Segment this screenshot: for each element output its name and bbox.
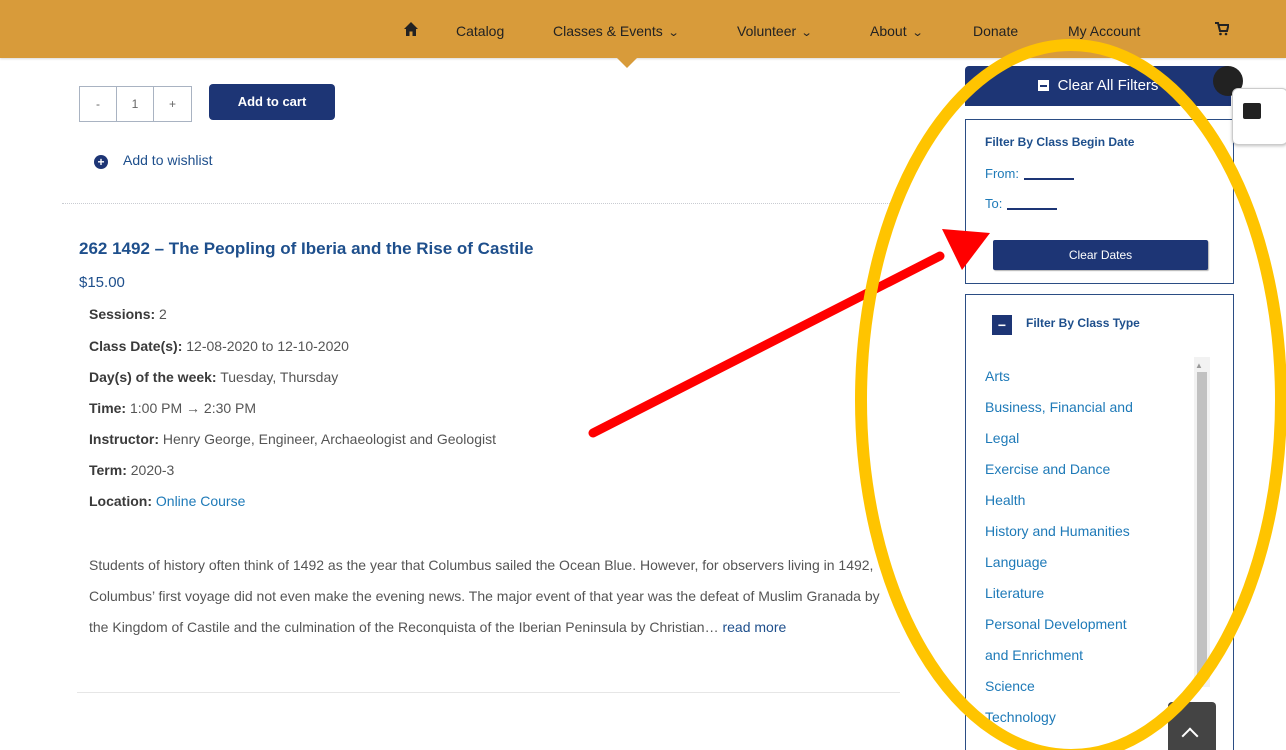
add-to-wishlist-link[interactable]: + Add to wishlist [94,152,212,169]
minus-square-icon [1037,80,1049,91]
class-type-item[interactable]: Legal [985,423,1185,454]
detail-label: Term: [89,462,127,478]
class-type-list: Arts Business, Financial and Legal Exerc… [985,361,1185,733]
chevron-down-icon: ⌄ [667,27,680,39]
collapse-icon[interactable]: − [992,315,1012,335]
detail-label: Class Date(s): [89,338,183,354]
detail-sessions: Sessions: 2 [89,306,167,322]
from-input[interactable] [1023,178,1074,180]
nav-classes-events-label: Classes & Events [553,23,663,39]
detail-location: Location: Online Course [89,493,245,509]
qty-minus-button[interactable]: - [80,87,117,121]
detail-label: Time: [89,400,127,416]
class-type-item[interactable]: Business, Financial and [985,392,1185,423]
class-type-item[interactable]: Personal Development [985,609,1185,640]
class-type-item[interactable]: Literature [985,578,1185,609]
nav-about[interactable]: About ⌄ [870,23,924,39]
detail-value: 1:00 PM → 2:30 PM [129,400,257,416]
nav-donate[interactable]: Donate [973,23,1018,39]
from-label: From: [985,166,1019,181]
back-to-top-button[interactable] [1168,702,1216,750]
detail-value: 12-08-2020 to 12-10-2020 [186,338,349,354]
detail-label: Instructor: [89,431,159,447]
nav-volunteer[interactable]: Volunteer ⌄ [737,23,813,39]
cart-icon[interactable] [1215,22,1230,39]
wishlist-label: Add to wishlist [123,152,213,168]
detail-label: Day(s) of the week: [89,369,217,385]
class-type-heading: Filter By Class Type [1026,316,1140,330]
nav-classes-events[interactable]: Classes & Events ⌄ [553,23,680,39]
quantity-stepper[interactable]: - 1 + [79,86,192,122]
detail-days: Day(s) of the week: Tuesday, Thursday [89,369,338,385]
class-type-filter-panel: − Filter By Class Type ▲ Arts Business, F… [965,294,1234,750]
class-type-item[interactable]: History and Humanities [985,516,1185,547]
date-from-field[interactable]: From: [985,166,1074,181]
location-link[interactable]: Online Course [156,493,246,509]
chevron-down-icon: ⌄ [800,27,813,39]
class-type-item[interactable]: Technology [985,702,1185,733]
detail-time: Time: 1:00 PM → 2:30 PM [89,400,256,416]
detail-value: 2 [159,306,167,322]
class-type-filter-header[interactable]: − Filter By Class Type [992,315,1140,335]
class-type-item[interactable]: Health [985,485,1185,516]
to-label: To: [985,196,1003,211]
chevron-down-icon: ⌄ [911,27,924,39]
clear-all-filters-button[interactable]: Clear All Filters [965,66,1231,106]
cart-icon-glyph [1215,22,1230,36]
scrollbar-thumb[interactable] [1197,372,1207,680]
home-icon-glyph [404,22,418,36]
detail-value: Henry George, Engineer, Archaeologist an… [162,431,496,447]
nav-catalog[interactable]: Catalog [456,23,504,39]
top-navigation: Catalog Classes & Events ⌄ Volunteer ⌄ Abo… [0,0,1286,58]
qty-plus-button[interactable]: + [154,87,191,121]
home-icon[interactable] [403,21,419,40]
add-to-cart-button[interactable]: Add to cart [209,84,335,120]
class-type-item[interactable]: Exercise and Dance [985,454,1185,485]
detail-instructor: Instructor: Henry George, Engineer, Arch… [89,431,496,447]
detail-class-dates: Class Date(s): 12-08-2020 to 12-10-2020 [89,338,349,354]
detail-term: Term: 2020-3 [89,462,174,478]
nav-my-account[interactable]: My Account [1068,23,1140,39]
product-description: Students of history often think of 1492 … [89,550,889,643]
annotation-arrow-shaft [588,251,945,438]
to-input[interactable] [1007,208,1058,210]
date-to-field[interactable]: To: [985,196,1058,211]
product-title[interactable]: 262 1492 – The Peopling of Iberia and th… [79,239,533,259]
divider [77,692,900,693]
scroll-up-icon[interactable]: ▲ [1195,361,1203,370]
nav-about-label: About [870,23,907,39]
divider [62,203,900,204]
class-type-item[interactable]: and Enrichment [985,640,1185,671]
read-more-link[interactable]: read more [722,619,786,635]
plus-circle-icon: + [94,155,108,169]
class-type-item[interactable]: Language [985,547,1185,578]
qty-input[interactable]: 1 [117,87,154,121]
detail-value: 2020-3 [130,462,175,478]
clear-all-label: Clear All Filters [1057,77,1159,94]
class-type-item[interactable]: Science [985,671,1185,702]
active-nav-indicator [617,58,637,68]
class-type-item[interactable]: Arts [985,361,1185,392]
detail-value: Tuesday, Thursday [220,369,339,385]
nav-volunteer-label: Volunteer [737,23,797,39]
clear-dates-button[interactable]: Clear Dates [993,240,1208,270]
detail-label: Sessions: [89,306,156,322]
side-widget-tab[interactable] [1232,88,1286,145]
date-filter-heading: Filter By Class Begin Date [985,135,1135,149]
product-price: $15.00 [79,274,125,291]
detail-label: Location: [89,493,152,509]
